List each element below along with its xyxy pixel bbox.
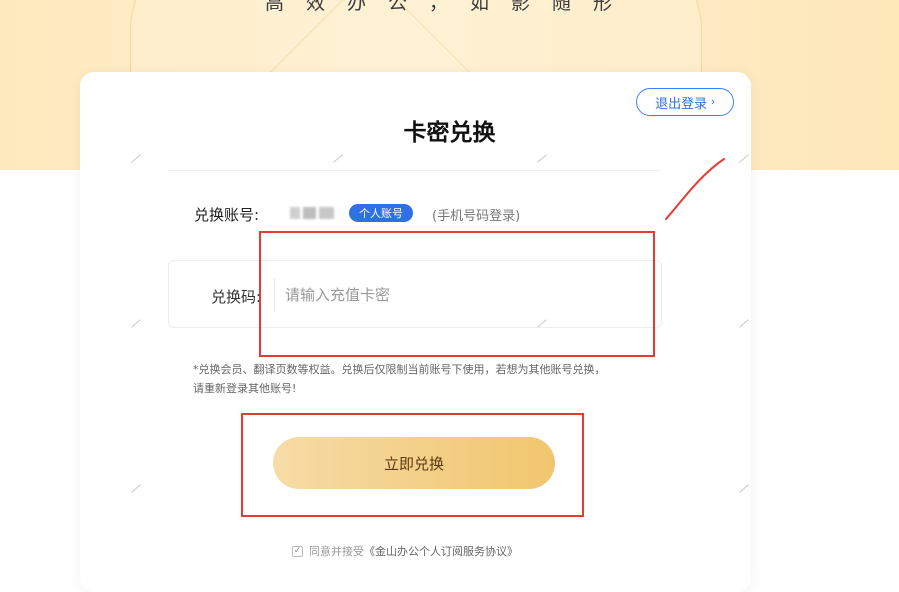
agreement-row: ✓ 同意并接受 《金山办公个人订阅服务协议》 <box>292 543 518 559</box>
notice-line: *兑换会员、翻译页数等权益。兑换后仅限制当前账号下使用，若想为其他账号兑换， <box>193 363 606 376</box>
account-type-badge: 个人账号 <box>349 204 413 222</box>
notice-line: 请重新登录其他账号! <box>193 382 297 395</box>
login-method-hint: (手机号码登录) <box>432 209 521 224</box>
redeem-code-label: 兑换码: <box>211 288 262 306</box>
divider <box>168 170 660 171</box>
logout-button[interactable]: 退出登录 › <box>636 88 734 116</box>
annotation-stroke <box>665 158 725 220</box>
chevron-right-icon: › <box>711 96 715 108</box>
agreement-prefix: 同意并接受 <box>309 545 364 558</box>
annotation-box-code <box>259 231 655 357</box>
redeem-notice: *兑换会员、翻译页数等权益。兑换后仅限制当前账号下使用，若想为其他账号兑换， 请… <box>193 360 643 398</box>
page-title: 卡密兑换 <box>403 120 496 146</box>
agreement-checkbox[interactable]: ✓ <box>292 545 303 557</box>
account-label: 兑换账号: <box>194 206 260 224</box>
annotation-box-button <box>241 413 584 517</box>
slogan-text: 高效办公，如影随形 <box>264 0 634 14</box>
agreement-link[interactable]: 《金山办公个人订阅服务协议》 <box>364 543 518 559</box>
logout-label: 退出登录 <box>655 95 708 111</box>
masked-account-name <box>290 207 334 219</box>
